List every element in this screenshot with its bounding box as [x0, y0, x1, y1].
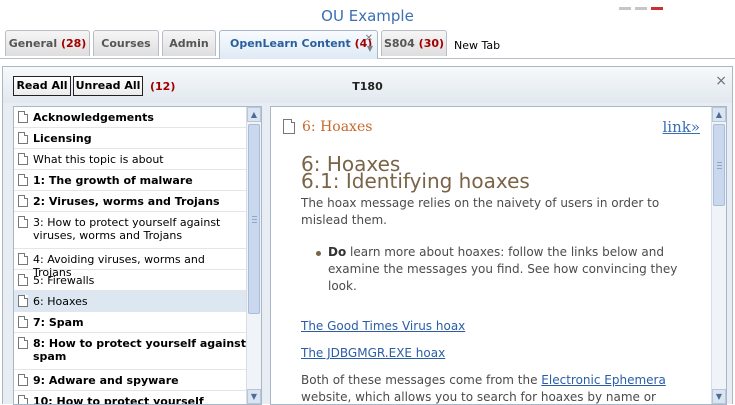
nav-item-firewalls[interactable]: 5: Firewalls [14, 270, 246, 291]
document-icon [18, 174, 28, 186]
nav-item-label: What this topic is about [33, 153, 164, 166]
document-icon [18, 316, 28, 328]
arrow-up-icon[interactable]: ▲ [712, 107, 726, 122]
document-icon [283, 119, 295, 134]
nav-item-label: 5: Firewalls [33, 274, 95, 287]
nav-item-label: 8: How to protect yourself against spam [33, 337, 246, 363]
nav-item-label: 7: Spam [33, 316, 84, 329]
nav-item-avoiding-viruses[interactable]: 4: Avoiding viruses, worms and Trojans [14, 249, 246, 279]
tab-general[interactable]: General (28) [5, 30, 90, 56]
nav-item-protect-adware[interactable]: 10: How to protect yourself against [14, 391, 246, 405]
subsection-title: 6.1: Identifying hoaxes [301, 169, 530, 193]
permalink[interactable]: link» [662, 118, 700, 136]
scroll-thumb[interactable] [248, 124, 260, 314]
document-icon [18, 111, 28, 123]
link-jdbgmgr-hoax[interactable]: The JDBGMGR.EXE hoax [301, 346, 445, 360]
topic-navigation: Acknowledgements Licensing What this top… [13, 106, 262, 405]
tab-label: OpenLearn Content [230, 37, 351, 50]
article-view: 6: Hoaxes link» 6: Hoaxes 6.1: Identifyi… [270, 106, 727, 405]
nav-item-protect-against-viruses[interactable]: 3: How to protect yourself against virus… [14, 212, 246, 249]
article-scrollbar[interactable]: ▲ ▼ [711, 107, 726, 404]
bullet-strong: Do [328, 245, 347, 259]
nav-item-adware-spyware[interactable]: 9: Adware and spyware [14, 370, 246, 391]
arrow-down-icon[interactable]: ▼ [712, 389, 726, 404]
document-icon [18, 132, 28, 144]
document-icon [18, 216, 28, 228]
nav-item-label: 10: How to protect yourself against [33, 395, 204, 405]
tab-label: Admin [169, 37, 209, 50]
tab-count: (30) [418, 37, 445, 50]
document-icon [18, 195, 28, 207]
nav-item-label: 1: The growth of malware [33, 174, 193, 187]
content-panel: Read All Unread All (12) T180 × Acknowle… [2, 66, 733, 405]
nav-scrollbar[interactable]: ▲ ▼ [246, 107, 261, 404]
paragraph-text: website, which allows you to search for … [301, 390, 656, 404]
tab-bar: General (28) Courses Admin OpenLearn Con… [0, 28, 735, 59]
tab-courses[interactable]: Courses [93, 30, 159, 56]
document-icon [18, 253, 28, 265]
nav-item-label: 9: Adware and spyware [33, 374, 179, 387]
document-icon [18, 153, 28, 165]
nav-item-spam[interactable]: 7: Spam [14, 312, 246, 333]
bullet-item: Do learn more about hoaxes: follow the l… [316, 244, 700, 295]
nav-item-label: 6: Hoaxes [33, 295, 88, 308]
nav-item-viruses-worms-trojans[interactable]: 2: Viruses, worms and Trojans [14, 191, 246, 212]
arrow-up-icon[interactable]: ▲ [247, 107, 261, 122]
article-heading: 6: Hoaxes [302, 119, 373, 135]
nav-item-label: Licensing [33, 132, 92, 145]
nav-item-growth-of-malware[interactable]: 1: The growth of malware [14, 170, 246, 191]
nav-item-hoaxes[interactable]: 6: Hoaxes [14, 291, 246, 312]
tab-count: (28) [60, 37, 87, 50]
nav-item-label: 2: Viruses, worms and Trojans [33, 195, 220, 208]
bullet-text: learn more about hoaxes: follow the link… [328, 245, 678, 293]
scroll-thumb[interactable] [713, 124, 725, 206]
nav-item-what-this-topic-is-about[interactable]: What this topic is about [14, 149, 246, 170]
window-buttons [615, 0, 675, 10]
document-icon [18, 374, 28, 386]
tab-s804[interactable]: S804 (30) [381, 30, 447, 56]
nav-item-acknowledgements[interactable]: Acknowledgements [14, 107, 246, 128]
tab-openlearn-content[interactable]: OpenLearn Content (4) ✕ ▼ [219, 30, 378, 59]
document-icon [18, 274, 28, 286]
panel-header: Read All Unread All (12) T180 × [3, 67, 732, 103]
tab-admin[interactable]: Admin [162, 30, 216, 56]
new-tab-link[interactable]: New Tab [454, 39, 500, 52]
document-icon [18, 337, 28, 349]
link-electronic-ephemera[interactable]: Electronic Ephemera [541, 373, 666, 387]
close-icon[interactable]: ✕ [365, 34, 373, 44]
nav-item-label: 3: How to protect yourself against virus… [33, 216, 221, 242]
tab-label: Courses [101, 37, 151, 50]
close-icon[interactable]: × [715, 73, 727, 89]
link-good-times-hoax[interactable]: The Good Times Virus hoax [301, 319, 465, 333]
nav-item-label: Acknowledgements [33, 111, 154, 124]
tab-label: General [8, 37, 58, 50]
document-icon [18, 295, 28, 307]
paragraph-intro: The hoax message relies on the naivety o… [301, 196, 660, 227]
nav-item-licensing[interactable]: Licensing [14, 128, 246, 149]
paragraph-ephemera: Both of these messages come from the Ele… [301, 372, 701, 404]
paragraph-text: Both of these messages come from the [301, 373, 542, 387]
nav-item-protect-against-spam[interactable]: 8: How to protect yourself against spam [14, 333, 246, 370]
arrow-down-icon[interactable]: ▼ [247, 389, 261, 404]
chevron-down-icon[interactable]: ▼ [367, 45, 373, 53]
tab-label: S804 [383, 37, 415, 50]
panel-title: T180 [352, 80, 383, 93]
